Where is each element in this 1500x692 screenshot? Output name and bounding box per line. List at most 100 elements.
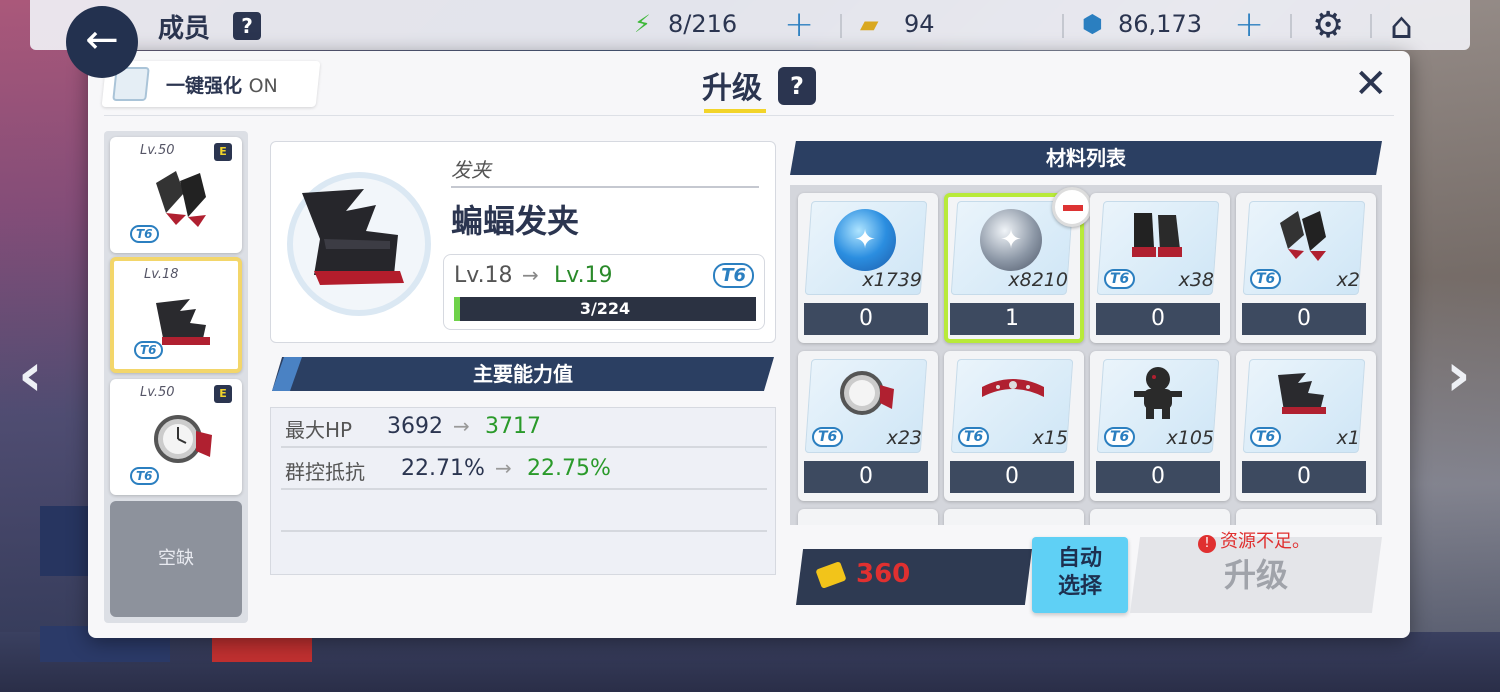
material-qty: 1: [950, 303, 1074, 335]
stamina-value: 8/216: [668, 10, 738, 38]
divider: [1290, 14, 1292, 38]
gloves-icon: [156, 171, 206, 227]
divider: [104, 115, 1394, 116]
equip-slot-gloves[interactable]: Lv.50 E T6: [110, 137, 242, 253]
stat-name: 最大HP: [285, 418, 353, 442]
modal-help-button[interactable]: ?: [778, 67, 816, 105]
auto-select-label: 自动选择: [1057, 546, 1102, 599]
slot-level: Lv.50: [140, 385, 175, 400]
material-partial[interactable]: [1236, 509, 1376, 525]
exp-bar: 3/224: [454, 297, 756, 321]
gear-icon[interactable]: ⚙: [1312, 5, 1344, 46]
doll-icon: [1134, 367, 1182, 419]
stamina-icon: ⚡: [634, 10, 651, 38]
material-collar[interactable]: T6 x15 0: [944, 351, 1084, 501]
slot-tier-badge: T6: [130, 225, 159, 243]
material-doll[interactable]: T6 x105 0: [1090, 351, 1230, 501]
material-qty: 0: [1096, 303, 1220, 335]
title-underline: [704, 109, 766, 113]
close-icon[interactable]: ✕: [1354, 61, 1388, 107]
material-partial[interactable]: [944, 509, 1084, 525]
stat-from: 3692: [387, 414, 443, 439]
watch-icon: [154, 415, 212, 463]
material-qty: 0: [1242, 303, 1366, 335]
modal-title: 升级: [702, 71, 762, 106]
gem-value: 86,173: [1118, 10, 1202, 38]
material-tier-badge: T6: [812, 427, 844, 447]
ticket-value: 94: [904, 10, 935, 38]
material-qty: 0: [1242, 461, 1366, 493]
material-count: x1: [1336, 427, 1360, 449]
stat-to: 22.75%: [527, 456, 611, 481]
item-card: 发夹 蝙蝠发夹 Lv.18 → Lv.19 T6 3/224: [270, 141, 776, 343]
material-tier-badge: T6: [1250, 269, 1282, 289]
material-qty: 0: [804, 461, 928, 493]
level-from: Lv.18: [454, 263, 513, 288]
material-count: x15: [1032, 427, 1068, 449]
page-title: 成员: [158, 14, 211, 44]
material-qty: 0: [1096, 461, 1220, 493]
stats-box: 最大HP 3692 → 3717 群控抵抗 22.71% → 22.75%: [270, 407, 776, 575]
help-button[interactable]: ?: [233, 12, 261, 40]
divider: [1370, 14, 1372, 38]
level-box: Lv.18 → Lv.19 T6 3/224: [443, 254, 765, 330]
materials-grid: ✦ x1739 0 ✦ x8210 1 T6 x38 0 T6 x2 0 T6 …: [790, 185, 1382, 525]
hairclip-icon: [1278, 373, 1326, 414]
stats-header: 主要能力值: [272, 357, 774, 391]
material-tier-badge: T6: [1250, 427, 1282, 447]
material-partial[interactable]: [798, 509, 938, 525]
equip-slot-hairclip[interactable]: Lv.18 T6: [110, 257, 242, 373]
next-arrow-icon[interactable]: ›: [1446, 340, 1471, 410]
material-count: x38: [1178, 269, 1214, 291]
onekey-toggle[interactable]: 一键强化 ON: [101, 61, 321, 107]
material-gloves[interactable]: T6 x2 0: [1236, 193, 1376, 343]
stat-name: 群控抵抗: [285, 460, 365, 484]
item-name: 蝙蝠发夹: [451, 202, 580, 240]
home-icon[interactable]: ⌂: [1390, 6, 1413, 47]
slot-level: Lv.50: [140, 143, 175, 158]
ticket-icon: ▰: [860, 10, 879, 38]
item-image-frame: [287, 172, 431, 316]
equip-slot-watch[interactable]: Lv.50 E T6: [110, 379, 242, 495]
material-tier-badge: T6: [958, 427, 990, 447]
auto-select-button[interactable]: 自动选择: [1032, 537, 1128, 613]
onekey-state: ON: [248, 75, 278, 97]
empty-slot[interactable]: 空缺: [110, 501, 242, 617]
material-qty: 0: [950, 461, 1074, 493]
collar-icon: [982, 379, 1044, 397]
blue-orb-icon: ✦: [834, 209, 896, 271]
add-gem-button[interactable]: +: [1234, 4, 1264, 45]
slot-rank-badge: E: [214, 385, 232, 403]
alert-icon: !: [1198, 535, 1216, 553]
material-silver-orb[interactable]: ✦ x8210 1: [944, 187, 1092, 343]
arrow-right-icon: →: [495, 456, 512, 480]
arrow-right-icon: →: [453, 414, 470, 438]
divider: [1062, 14, 1064, 38]
material-hairclip[interactable]: T6 x1 0: [1236, 351, 1376, 501]
stat-row: 最大HP 3692 → 3717: [281, 408, 767, 448]
material-blue-orb[interactable]: ✦ x1739 0: [798, 193, 938, 343]
prev-arrow-icon[interactable]: ‹: [18, 340, 43, 410]
warning-label: 资源不足。: [1220, 531, 1310, 552]
stat-to: 3717: [485, 414, 541, 439]
materials-header: 材料列表: [790, 141, 1382, 175]
stat-from: 22.71%: [401, 456, 485, 481]
stat-row: 群控抵抗 22.71% → 22.75%: [281, 450, 767, 490]
material-boots[interactable]: T6 x38 0: [1090, 193, 1230, 343]
minus-button[interactable]: [1052, 187, 1092, 227]
stat-row-empty: [281, 492, 767, 532]
back-button[interactable]: ←: [66, 6, 138, 78]
material-count: x105: [1166, 427, 1214, 449]
warning-text: ! 资源不足。: [1198, 527, 1310, 553]
arrow-right-icon: →: [522, 263, 539, 287]
material-watch[interactable]: T6 x23 0: [798, 351, 938, 501]
cost-value: 360: [856, 559, 911, 589]
item-category: 发夹: [451, 158, 491, 182]
gloves-icon: [1280, 211, 1326, 261]
material-count: x1739: [862, 269, 922, 291]
onekey-label: 一键强化 ON: [166, 71, 278, 98]
add-stamina-button[interactable]: +: [784, 4, 814, 45]
onekey-text: 一键强化: [165, 75, 242, 97]
material-partial[interactable]: [1090, 509, 1230, 525]
slot-tier-badge: T6: [130, 467, 159, 485]
